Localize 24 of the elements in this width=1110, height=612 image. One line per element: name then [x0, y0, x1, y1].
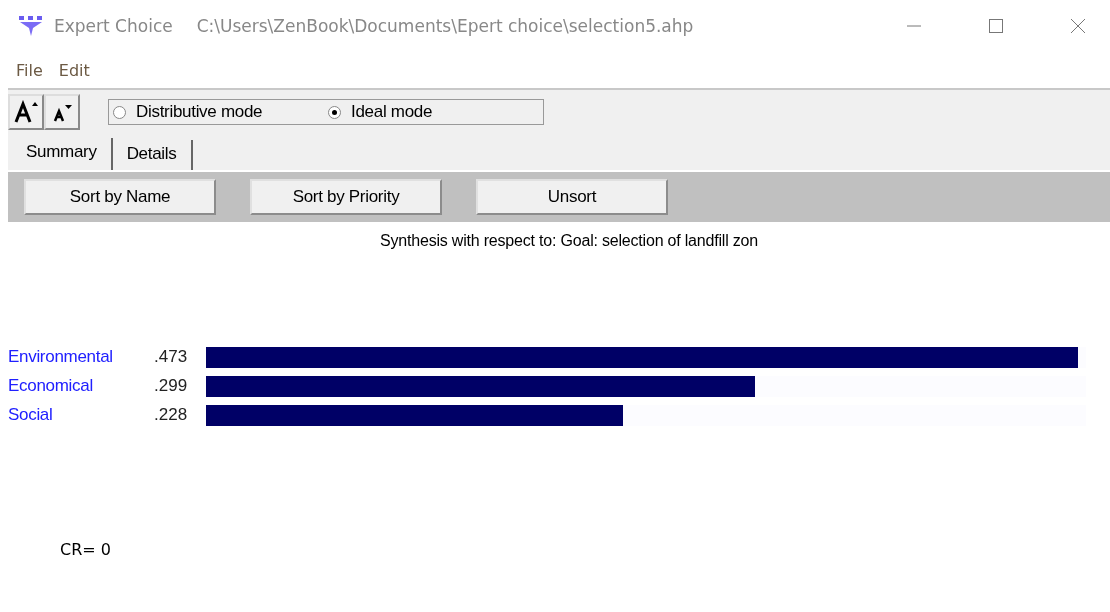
increase-font-icon[interactable]	[8, 94, 44, 130]
criterion-name: Economical	[8, 376, 94, 396]
priority-value: .473	[154, 347, 189, 367]
radio-button[interactable]	[113, 105, 126, 119]
priority-value: .299	[154, 376, 189, 396]
radio-label: Ideal mode	[351, 102, 433, 122]
consistency-ratio: CR= 0	[60, 540, 112, 559]
menu-item[interactable]: Edit	[58, 60, 90, 80]
criterion-name: Environmental	[8, 347, 114, 367]
radio-button[interactable]	[328, 105, 341, 119]
decrease-font-icon[interactable]	[44, 94, 80, 130]
menu-item[interactable]: File	[16, 60, 43, 80]
criterion-name: Social	[8, 405, 54, 425]
window-title: C:\Users\ZenBook\Documents\Epert choice\selection5.ahp	[196, 16, 694, 36]
priority-value: .228	[154, 405, 189, 425]
sort-button[interactable]: Unsort	[476, 179, 668, 215]
maximize-icon[interactable]	[988, 18, 1004, 34]
app-logo-icon	[18, 15, 44, 37]
close-icon[interactable]	[1070, 18, 1086, 34]
sort-button[interactable]: Sort by Name	[24, 179, 216, 215]
sort-button[interactable]: Sort by Priority	[250, 179, 442, 215]
synthesis-title: Synthesis with respect to: Goal: selection of landfill zon	[379, 232, 759, 250]
radio-label: Distributive mode	[136, 102, 263, 122]
app-name: Expert Choice	[54, 16, 173, 36]
